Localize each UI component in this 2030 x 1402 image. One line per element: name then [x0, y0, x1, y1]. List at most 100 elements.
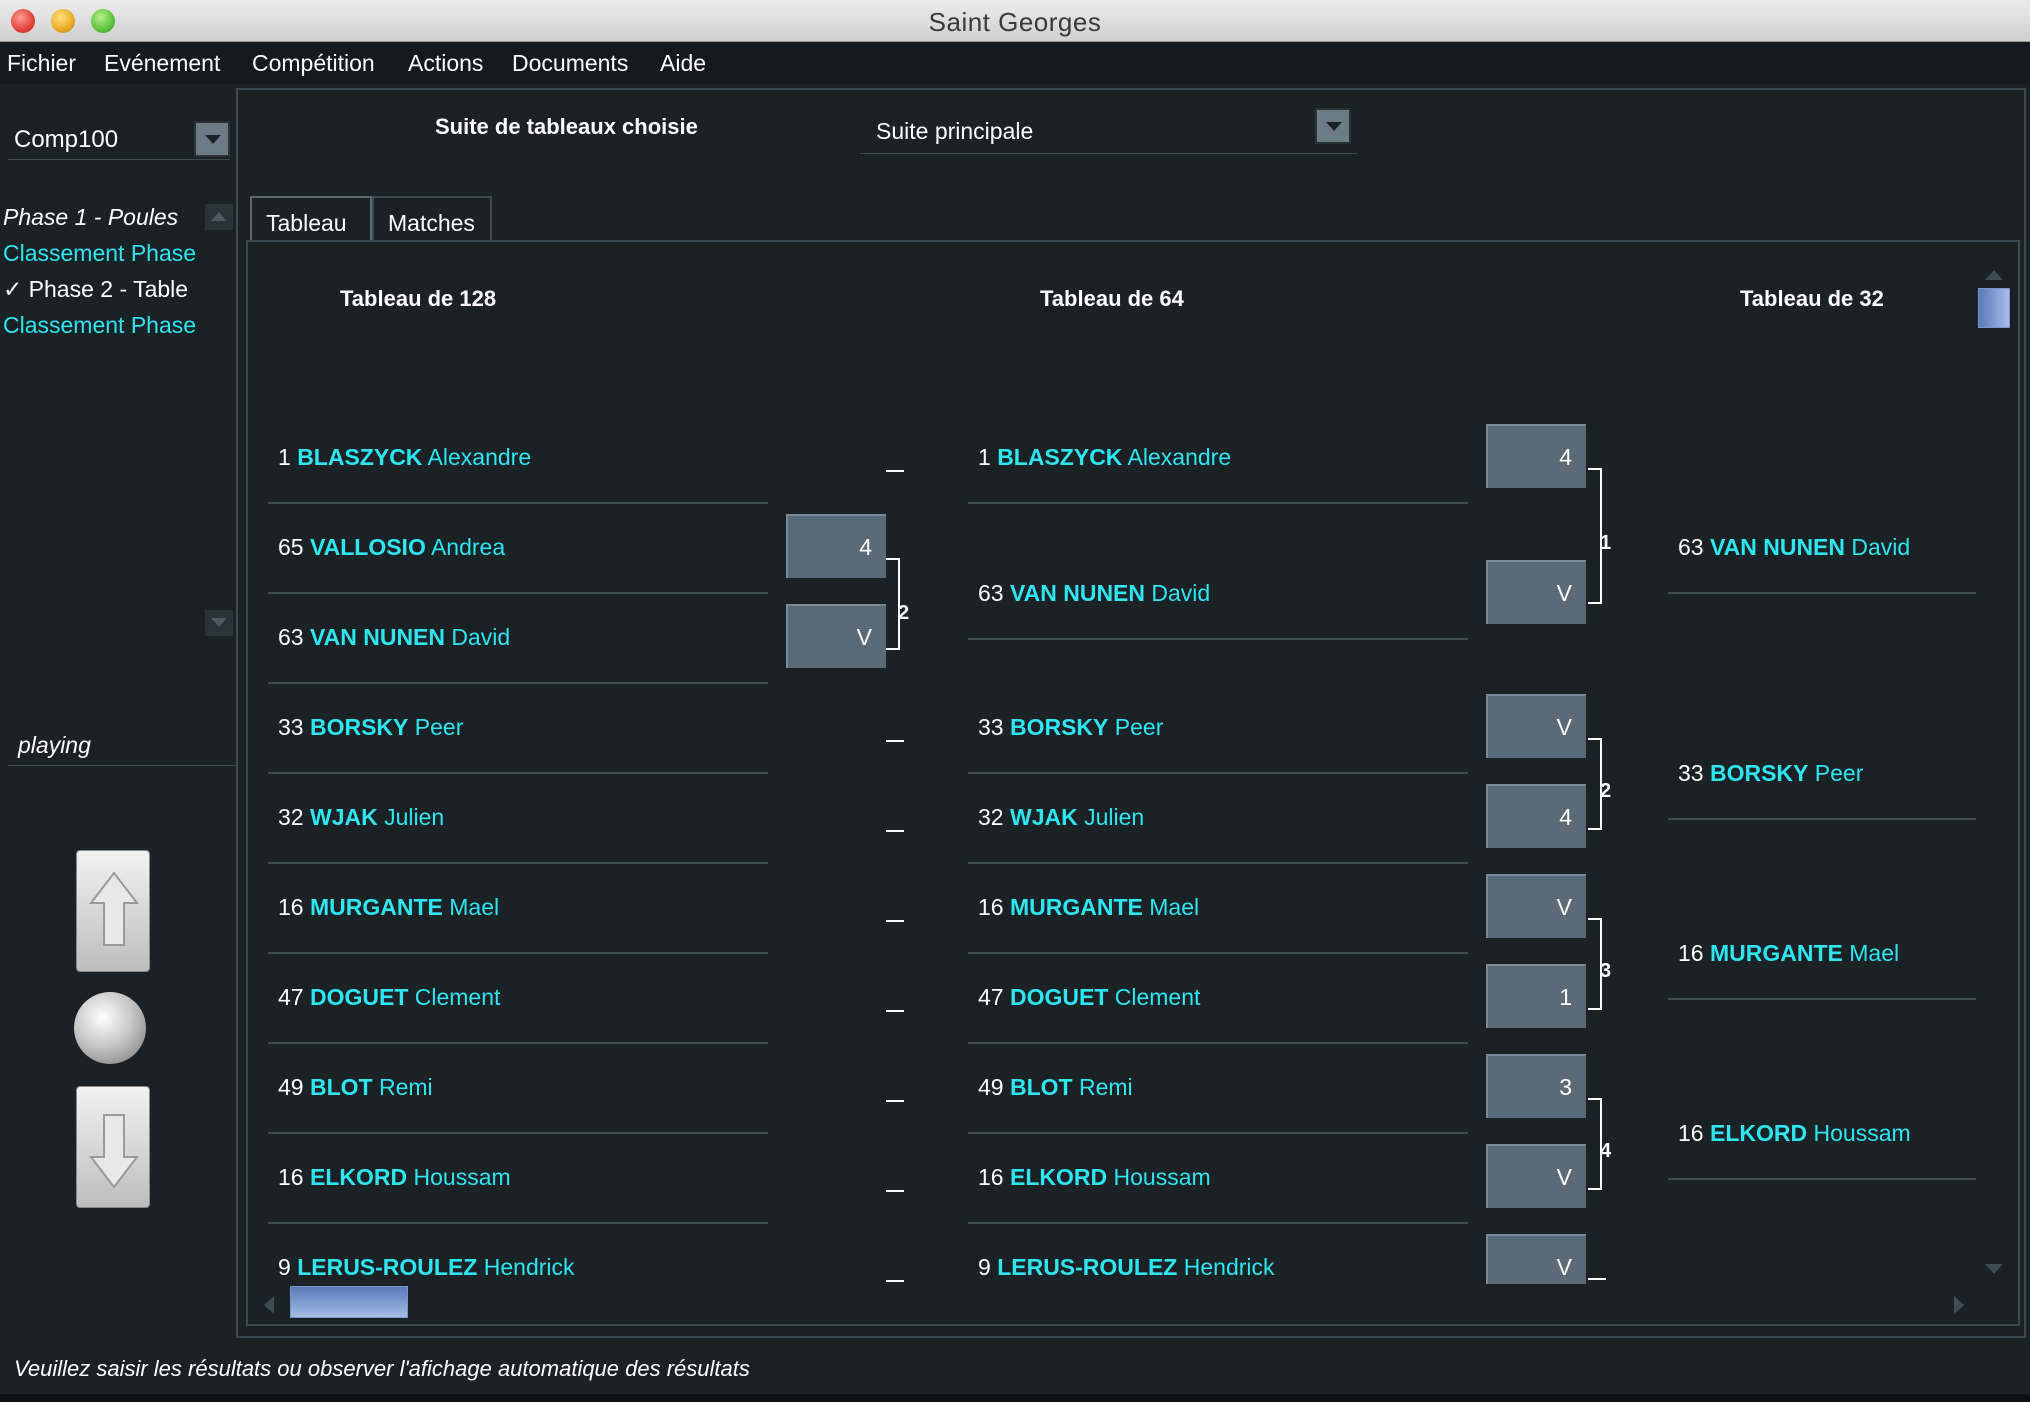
score-field[interactable]: V	[1486, 1234, 1586, 1284]
entry-line	[1668, 818, 1976, 820]
chevron-down-icon[interactable]	[1315, 108, 1351, 144]
round-title-32: Tableau de 32	[1740, 286, 1884, 311]
footer-strip	[0, 1394, 2030, 1402]
entry-line	[268, 1042, 768, 1044]
score-field[interactable]: 4	[1486, 424, 1586, 488]
menu-aide[interactable]: Aide	[660, 50, 706, 77]
entry-128[interactable]: 65 VALLOSIO Andrea	[278, 534, 505, 561]
check-icon: ✓	[3, 276, 23, 302]
arrow-up-icon	[88, 871, 140, 946]
status-indicator-icon	[74, 992, 146, 1064]
entry-line	[968, 1132, 1468, 1134]
entry-line	[968, 1222, 1468, 1224]
bye-dash	[1588, 1278, 1606, 1280]
entry-128[interactable]: 16 MURGANTE Mael	[278, 894, 499, 921]
entry-128[interactable]: 33 BORSKY Peer	[278, 714, 463, 741]
menu-evenement[interactable]: Evénement	[104, 50, 220, 77]
entry-64[interactable]: 1 BLASZYCK Alexandre	[978, 444, 1231, 471]
menu-bar: Fichier Evénement Compétition Actions Do…	[0, 42, 2030, 84]
scroll-left-icon[interactable]	[258, 1290, 284, 1320]
horizontal-scrollbar-thumb[interactable]	[290, 1286, 408, 1318]
entry-line	[968, 862, 1468, 864]
bye-dash	[886, 920, 904, 922]
phase-item-tableaux[interactable]: ✓ Phase 2 - Table	[3, 276, 188, 303]
scroll-up-icon[interactable]	[1978, 262, 2010, 288]
entry-64[interactable]: 16 MURGANTE Mael	[978, 894, 1199, 921]
phase-item-poules[interactable]: Phase 1 - Poules	[3, 204, 178, 231]
menu-fichier[interactable]: Fichier	[7, 50, 76, 77]
score-field[interactable]: V	[1486, 694, 1586, 758]
score-field[interactable]: V	[1486, 874, 1586, 938]
score-field[interactable]: V	[1486, 1144, 1586, 1208]
entry-64[interactable]: 63 VAN NUNEN David	[978, 580, 1210, 607]
round-title-128: Tableau de 128	[340, 286, 497, 311]
phase-list: Phase 1 - Poules Classement Phase ✓ Phas…	[0, 196, 205, 636]
move-down-button[interactable]	[76, 1086, 150, 1208]
score-field[interactable]: 1	[1486, 964, 1586, 1028]
entry-line	[268, 502, 768, 504]
suite-select[interactable]: Suite principale	[860, 106, 1358, 154]
bye-dash	[886, 740, 904, 742]
entry-line	[1668, 1178, 1976, 1180]
bye-dash	[886, 1010, 904, 1012]
status-label: playing	[18, 732, 91, 758]
move-up-button[interactable]	[76, 850, 150, 972]
scroll-right-icon[interactable]	[1946, 1290, 1972, 1320]
phase-scroll-up-icon[interactable]	[205, 204, 233, 230]
status-divider	[8, 765, 236, 766]
entry-64[interactable]: 9 LERUS-ROULEZ Hendrick	[978, 1254, 1275, 1281]
vertical-scrollbar-thumb[interactable]	[1978, 288, 2010, 328]
entry-128[interactable]: 32 WJAK Julien	[278, 804, 444, 831]
entry-32[interactable]: 63 VAN NUNEN David	[1678, 534, 1910, 561]
entry-128[interactable]: 63 VAN NUNEN David	[278, 624, 510, 651]
entry-64[interactable]: 32 WJAK Julien	[978, 804, 1144, 831]
phase-item-classement-2[interactable]: Classement Phase	[3, 312, 196, 339]
entry-32[interactable]: 16 MURGANTE Mael	[1678, 940, 1899, 967]
entry-line	[968, 952, 1468, 954]
entry-line	[968, 502, 1468, 504]
bye-dash	[886, 830, 904, 832]
competition-select-value: Comp100	[14, 126, 119, 153]
entry-64[interactable]: 16 ELKORD Houssam	[978, 1164, 1211, 1191]
entry-line	[268, 592, 768, 594]
match-number: 2	[1600, 780, 1612, 802]
phase-scroll-down-icon[interactable]	[205, 610, 233, 636]
match-number: 2	[898, 602, 910, 624]
score-field[interactable]: 3	[1486, 1054, 1586, 1118]
menu-documents[interactable]: Documents	[512, 50, 628, 77]
entry-128[interactable]: 47 DOGUET Clement	[278, 984, 500, 1011]
entry-line	[268, 682, 768, 684]
title-bar: Saint Georges	[0, 0, 2030, 42]
entry-line	[968, 638, 1468, 640]
match-number: 1	[1600, 532, 1612, 554]
tab-tableau[interactable]: Tableau	[250, 196, 372, 242]
menu-competition[interactable]: Compétition	[252, 50, 375, 77]
entry-128[interactable]: 1 BLASZYCK Alexandre	[278, 444, 531, 471]
tab-matches[interactable]: Matches	[372, 196, 492, 242]
entry-line	[1668, 998, 1976, 1000]
entry-32[interactable]: 33 BORSKY Peer	[1678, 760, 1863, 787]
round-title-64: Tableau de 64	[1040, 286, 1184, 311]
entry-64[interactable]: 33 BORSKY Peer	[978, 714, 1163, 741]
score-field[interactable]: V	[786, 604, 886, 668]
entry-64[interactable]: 49 BLOT Remi	[978, 1074, 1133, 1101]
entry-128[interactable]: 16 ELKORD Houssam	[278, 1164, 511, 1191]
scroll-down-icon[interactable]	[1978, 1256, 2010, 1282]
chevron-down-icon[interactable]	[194, 121, 230, 157]
menu-actions[interactable]: Actions	[408, 50, 483, 77]
score-field[interactable]: V	[1486, 560, 1586, 624]
match-number: 3	[1600, 960, 1612, 982]
score-field[interactable]: 4	[786, 514, 886, 578]
entry-128[interactable]: 9 LERUS-ROULEZ Hendrick	[278, 1254, 575, 1281]
entry-line	[1668, 592, 1976, 594]
competition-select[interactable]: Comp100	[8, 118, 230, 160]
entry-line	[268, 862, 768, 864]
phase-item-classement-1[interactable]: Classement Phase	[3, 240, 196, 267]
entry-32[interactable]: 16 ELKORD Houssam	[1678, 1120, 1911, 1147]
phase-item-tableaux-label: Phase 2 - Table	[28, 276, 189, 302]
score-field[interactable]: 4	[1486, 784, 1586, 848]
status-message: Veuillez saisir les résultats ou observe…	[14, 1356, 750, 1381]
entry-64[interactable]: 47 DOGUET Clement	[978, 984, 1200, 1011]
entry-line	[268, 772, 768, 774]
entry-128[interactable]: 49 BLOT Remi	[278, 1074, 433, 1101]
